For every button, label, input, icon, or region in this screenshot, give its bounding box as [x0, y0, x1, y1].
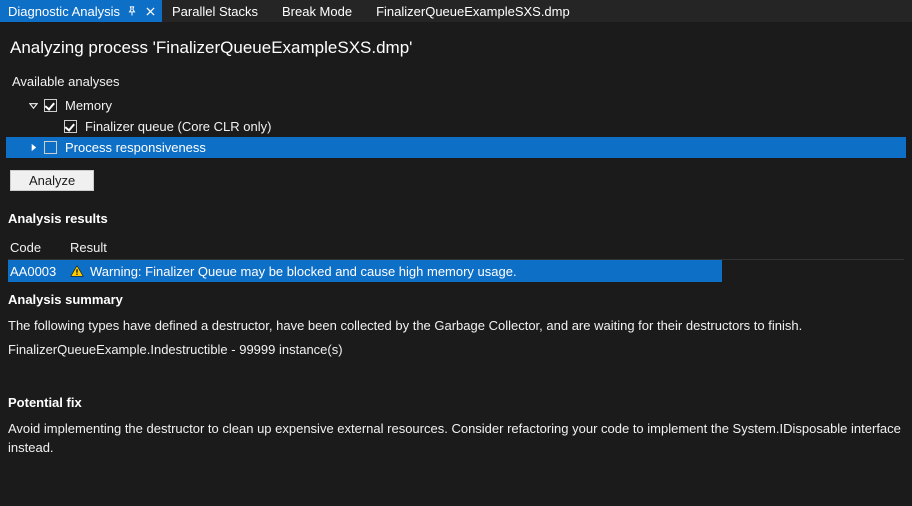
- tree-label-finalizer-queue: Finalizer queue (Core CLR only): [85, 119, 271, 134]
- tree-item-memory[interactable]: Memory: [6, 95, 906, 116]
- tab-label: Diagnostic Analysis: [8, 4, 120, 19]
- tab-parallel-stacks[interactable]: Parallel Stacks: [162, 0, 272, 22]
- tab-label: FinalizerQueueExampleSXS.dmp: [376, 4, 570, 19]
- analysis-results-heading: Analysis results: [0, 201, 912, 232]
- button-row: Analyze: [0, 164, 912, 201]
- tree-item-finalizer-queue[interactable]: Finalizer queue (Core CLR only): [6, 116, 906, 137]
- results-header: Code Result: [8, 236, 904, 260]
- expander-open-icon[interactable]: [26, 99, 40, 113]
- tree-label-process-responsiveness: Process responsiveness: [65, 140, 206, 155]
- tab-break-mode[interactable]: Break Mode: [272, 0, 366, 22]
- checkbox-memory[interactable]: [44, 99, 57, 112]
- analysis-summary-line2: FinalizerQueueExample.Indestructible - 9…: [0, 337, 912, 361]
- close-icon[interactable]: [144, 5, 156, 17]
- pin-icon[interactable]: [126, 5, 138, 17]
- expander-closed-icon[interactable]: [26, 141, 40, 155]
- tab-dump-file[interactable]: FinalizerQueueExampleSXS.dmp: [366, 0, 584, 22]
- analyses-tree: Memory Finalizer queue (Core CLR only) P…: [6, 95, 906, 158]
- results-table: Code Result AA0003 Warning: Finalizer Qu…: [8, 236, 904, 282]
- potential-fix-heading: Potential fix: [0, 385, 912, 416]
- potential-fix-body: Avoid implementing the destructor to cle…: [0, 416, 912, 458]
- tree-label-memory: Memory: [65, 98, 112, 113]
- tab-diagnostic-analysis[interactable]: Diagnostic Analysis: [0, 0, 162, 22]
- expander-placeholder: [46, 120, 60, 134]
- analysis-summary-heading: Analysis summary: [0, 282, 912, 313]
- tab-strip: Diagnostic Analysis Parallel Stacks Brea…: [0, 0, 912, 22]
- checkbox-finalizer-queue[interactable]: [64, 120, 77, 133]
- result-text: Warning: Finalizer Queue may be blocked …: [90, 264, 517, 279]
- results-row[interactable]: AA0003 Warning: Finalizer Queue may be b…: [8, 260, 722, 282]
- content-pane: Analyzing process 'FinalizerQueueExample…: [0, 22, 912, 459]
- available-analyses-label: Available analyses: [0, 70, 912, 93]
- tab-label: Break Mode: [282, 4, 352, 19]
- analyze-button[interactable]: Analyze: [10, 170, 94, 191]
- result-cell: Warning: Finalizer Queue may be blocked …: [68, 262, 722, 281]
- tree-item-process-responsiveness[interactable]: Process responsiveness: [6, 137, 906, 158]
- analysis-summary-line1: The following types have defined a destr…: [0, 313, 912, 337]
- column-header-code[interactable]: Code: [8, 236, 68, 259]
- tab-label: Parallel Stacks: [172, 4, 258, 19]
- page-title: Analyzing process 'FinalizerQueueExample…: [0, 22, 912, 70]
- result-code: AA0003: [8, 262, 68, 281]
- checkbox-process-responsiveness[interactable]: [44, 141, 57, 154]
- column-header-result[interactable]: Result: [68, 236, 904, 259]
- warning-icon: [70, 264, 84, 278]
